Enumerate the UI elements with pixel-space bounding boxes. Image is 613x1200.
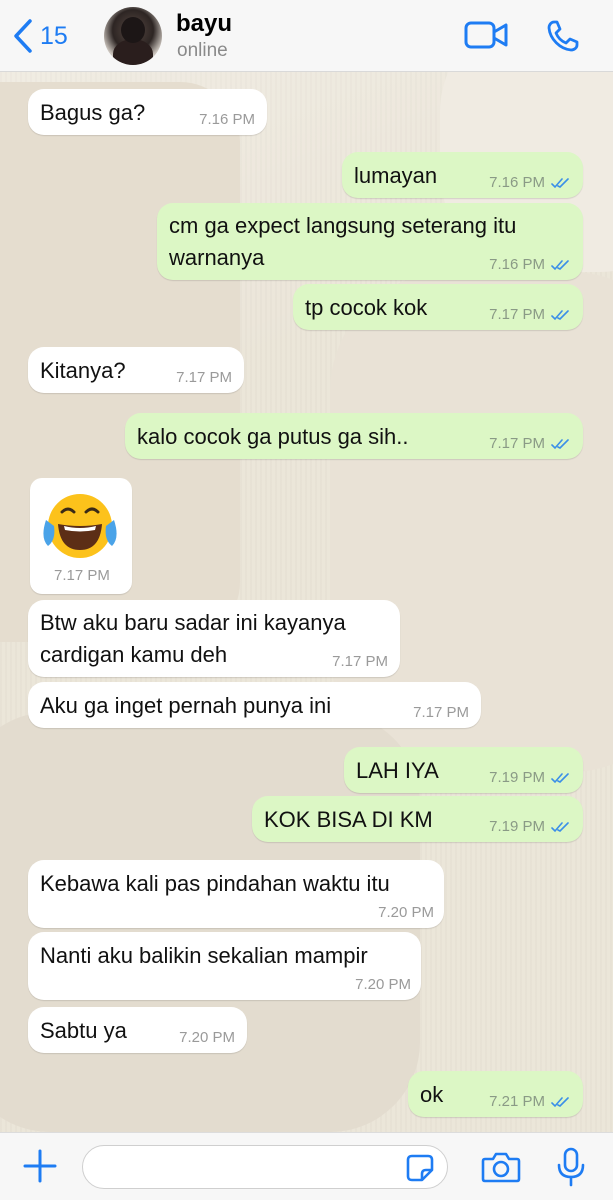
message-bubble-outgoing[interactable]: tp cocok kok 7.17 PM — [293, 284, 583, 330]
message-bubble-incoming[interactable]: Aku ga inget pernah punya ini 7.17 PM — [28, 682, 481, 728]
message-bubble-incoming[interactable]: Bagus ga? 7.16 PM — [28, 89, 267, 135]
message-bubble-outgoing[interactable]: kalo cocok ga putus ga sih.. 7.17 PM — [125, 413, 583, 459]
message-bubble-emoji[interactable]: 7.17 PM — [30, 478, 132, 594]
message-text: KOK BISA DI KM — [264, 807, 433, 832]
message-text: Aku ga inget pernah punya ini — [40, 693, 332, 718]
message-text: Nanti aku balikin sekalian mampir — [40, 943, 368, 968]
read-ticks-icon — [551, 773, 569, 784]
face-with-tears-of-joy-icon — [43, 494, 117, 558]
message-time: 7.20 PM — [355, 976, 411, 993]
video-camera-icon[interactable] — [464, 20, 508, 50]
message-text: Btw aku baru sadar ini kayanya — [40, 610, 346, 635]
message-text: Bagus ga? — [40, 100, 146, 125]
message-bubble-incoming[interactable]: Btw aku baru sadar ini kayanya cardigan … — [28, 600, 400, 677]
message-text: cm ga expect langsung seterang itu — [169, 213, 517, 238]
message-time: 7.17 PM — [489, 307, 571, 323]
message-bubble-incoming[interactable]: Kitanya? 7.17 PM — [28, 347, 244, 393]
message-time: 7.17 PM — [176, 369, 232, 386]
read-ticks-icon — [551, 310, 569, 321]
composer-bar — [0, 1132, 613, 1200]
read-ticks-icon — [551, 260, 569, 271]
message-bubble-outgoing[interactable]: ok 7.21 PM — [408, 1071, 583, 1117]
microphone-icon[interactable] — [556, 1147, 586, 1187]
contact-name[interactable]: bayu — [176, 10, 232, 38]
back-button[interactable]: 15 — [12, 16, 68, 56]
message-bubble-incoming[interactable]: Kebawa kali pas pindahan waktu itu 7.20 … — [28, 860, 444, 928]
read-ticks-icon — [551, 822, 569, 833]
message-text: kalo cocok ga putus ga sih.. — [137, 424, 409, 449]
unread-count: 15 — [40, 21, 68, 50]
message-text: lumayan — [354, 163, 438, 188]
chat-area[interactable]: Bagus ga? 7.16 PM lumayan 7.16 PM cm ga … — [0, 72, 613, 1132]
read-ticks-icon — [551, 1097, 569, 1108]
message-time: 7.16 PM — [199, 111, 255, 128]
message-text: Kitanya? — [40, 358, 126, 383]
message-bubble-outgoing[interactable]: KOK BISA DI KM 7.19 PM — [252, 796, 583, 842]
message-text: Kebawa kali pas pindahan waktu itu — [40, 871, 390, 896]
phone-icon[interactable] — [546, 19, 580, 53]
message-bubble-outgoing[interactable]: lumayan 7.16 PM — [342, 152, 583, 198]
message-time: 7.19 PM — [489, 819, 571, 835]
message-time: 7.17 PM — [332, 653, 388, 670]
message-time: 7.17 PM — [413, 704, 469, 721]
message-time: 7.17 PM — [54, 567, 110, 584]
message-bubble-incoming[interactable]: Nanti aku balikin sekalian mampir 7.20 P… — [28, 932, 421, 1000]
message-bubble-incoming[interactable]: Sabtu ya 7.20 PM — [28, 1007, 247, 1053]
message-text: tp cocok kok — [305, 295, 428, 320]
message-text: Sabtu ya — [40, 1018, 127, 1043]
message-time: 7.16 PM — [489, 175, 571, 191]
chevron-left-icon — [14, 19, 32, 53]
message-time: 7.16 PM — [489, 257, 571, 273]
message-text: LAH IYA — [356, 758, 439, 783]
avatar[interactable] — [104, 7, 162, 65]
camera-icon[interactable] — [481, 1150, 521, 1184]
message-time: 7.17 PM — [489, 436, 571, 452]
message-text: cardigan kamu deh — [40, 642, 228, 667]
message-text: warnanya — [169, 245, 265, 270]
message-time: 7.21 PM — [489, 1094, 571, 1110]
chat-header: 15 bayu online — [0, 0, 613, 72]
sticker-icon[interactable] — [406, 1154, 434, 1182]
message-bubble-outgoing[interactable]: LAH IYA 7.19 PM — [344, 747, 583, 793]
message-bubble-outgoing[interactable]: cm ga expect langsung seterang itu warna… — [157, 203, 583, 280]
plus-icon[interactable] — [22, 1148, 58, 1184]
message-time: 7.20 PM — [378, 904, 434, 921]
message-input[interactable] — [82, 1145, 448, 1189]
message-text: ok — [420, 1082, 444, 1107]
message-time: 7.20 PM — [179, 1029, 235, 1046]
contact-status: online — [177, 40, 228, 61]
message-time: 7.19 PM — [489, 770, 571, 786]
read-ticks-icon — [551, 439, 569, 450]
read-ticks-icon — [551, 178, 569, 189]
